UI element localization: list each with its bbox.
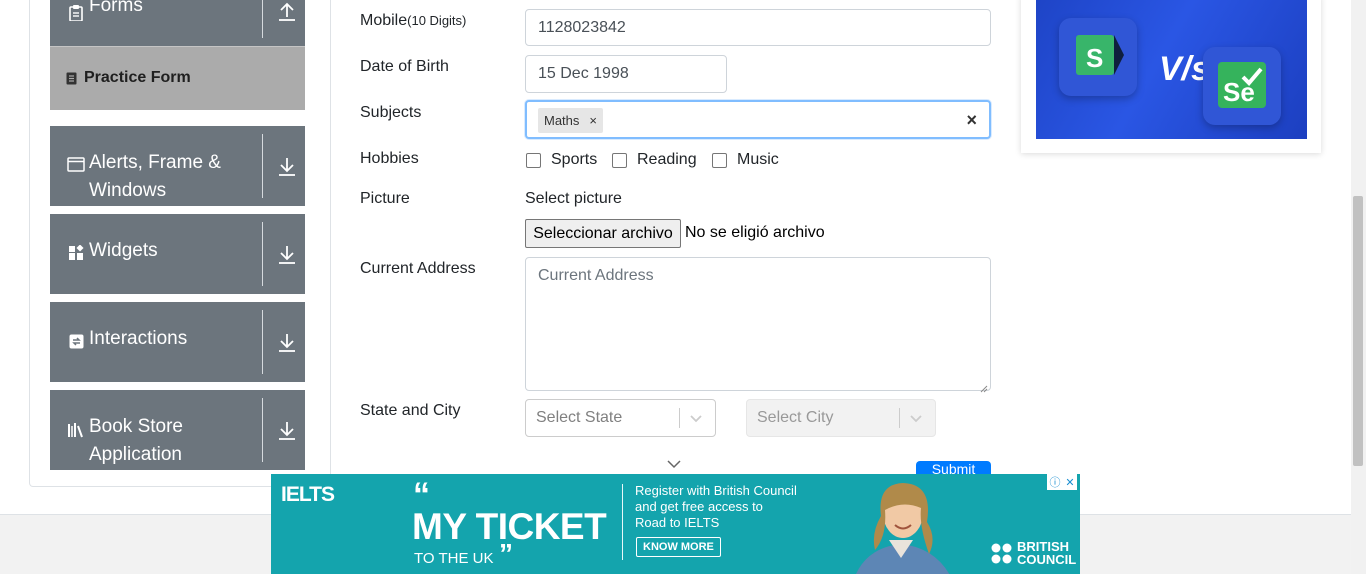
info-icon[interactable]: ⓘ: [1049, 474, 1060, 490]
sidebar-group-label: Interactions: [89, 328, 188, 349]
svg-text:S: S: [1086, 43, 1103, 73]
chevron-down-icon: [689, 411, 703, 425]
select-picture-label: Select picture: [525, 190, 622, 207]
mobile-input[interactable]: 1128023842: [525, 9, 991, 46]
form-icon: [66, 72, 77, 85]
selenium-logo-icon: Se: [1203, 47, 1281, 125]
arrow-down-icon[interactable]: [276, 243, 298, 265]
checkbox-box[interactable]: [712, 152, 727, 168]
banner-text-line: Road to IELTS: [635, 515, 720, 530]
interactions-icon: [67, 332, 85, 350]
books-icon: [67, 421, 85, 439]
sidebar-group-alerts[interactable]: Alerts, Frame & Windows: [50, 126, 305, 206]
ad-choices[interactable]: ⓘ ✕: [1047, 474, 1077, 490]
state-select[interactable]: Select State: [525, 399, 716, 437]
sponsor-line: COUNCIL: [1017, 552, 1077, 567]
state-placeholder: Select State: [536, 409, 623, 426]
clipboard-icon: [67, 4, 85, 22]
sidebar-group-label: Book Store Application: [89, 416, 183, 465]
subject-chip: Maths ×: [538, 108, 603, 133]
hobby-music-checkbox[interactable]: Music: [712, 151, 779, 169]
banner-text-line: Register with British Council: [635, 483, 797, 498]
mobile-value: 1128023842: [538, 18, 626, 36]
arrow-down-icon[interactable]: [276, 155, 298, 177]
city-placeholder: Select City: [757, 409, 834, 426]
current-address-textarea[interactable]: Current Address: [525, 257, 991, 393]
divider: [899, 408, 900, 428]
hobby-label: Reading: [637, 151, 697, 168]
sidebar-item-label: Practice Form: [84, 69, 191, 86]
file-status: No se eligió archivo: [685, 224, 825, 241]
chevron-down-icon: [666, 457, 682, 469]
hobby-sports-checkbox[interactable]: Sports: [526, 151, 597, 169]
katalon-logo-icon: S: [1059, 18, 1137, 96]
ielts-logo: IELTS: [281, 483, 335, 506]
subject-chip-label: Maths: [544, 113, 580, 128]
divider: [262, 222, 263, 286]
divider: [679, 408, 680, 428]
hobby-label: Sports: [551, 151, 598, 168]
mobile-label: Mobile(10 Digits): [360, 12, 466, 30]
remove-chip-icon[interactable]: ×: [589, 113, 597, 128]
know-more-button[interactable]: KNOW MORE: [636, 537, 721, 557]
ad-image[interactable]: S V/s Se: [1036, 0, 1307, 139]
arrow-down-icon[interactable]: [276, 331, 298, 353]
widgets-icon: [67, 244, 85, 262]
mobile-label-text: Mobile: [360, 12, 408, 29]
divider: [262, 310, 263, 374]
banner-divider: [622, 484, 623, 560]
divider: [262, 134, 263, 198]
close-icon[interactable]: ✕: [1065, 476, 1074, 489]
city-select[interactable]: Select City: [746, 399, 936, 437]
arrow-down-icon[interactable]: [276, 419, 298, 441]
subjects-input[interactable]: Maths × ×: [525, 100, 991, 139]
dob-label: Date of Birth: [360, 58, 449, 75]
checkbox-box[interactable]: [526, 152, 541, 168]
divider: [262, 398, 263, 462]
state-city-label: State and City: [360, 402, 461, 419]
picture-label: Picture: [360, 190, 410, 207]
dob-value: 15 Dec 1998: [538, 65, 629, 82]
sidebar-group-forms[interactable]: Forms: [50, 0, 305, 46]
clear-icon[interactable]: ×: [966, 110, 977, 131]
hobby-label: Music: [737, 151, 779, 168]
banner-text: Register with British Council and get fr…: [635, 483, 835, 531]
hobbies-label: Hobbies: [360, 150, 419, 167]
quote-close: ”: [499, 538, 513, 569]
british-council-text: BRITISH COUNCIL: [1017, 540, 1076, 566]
mobile-hint: (10 Digits): [407, 13, 467, 28]
address-placeholder: Current Address: [538, 267, 654, 284]
sidebar-group-interactions[interactable]: Interactions: [50, 302, 305, 382]
choose-file-button[interactable]: Seleccionar archivo: [525, 219, 681, 248]
sidebar-group-label: Alerts, Frame & Windows: [89, 152, 221, 201]
arrow-up-icon[interactable]: [276, 0, 298, 22]
sidebar-group-label: Forms: [89, 0, 143, 16]
woman-photo: [841, 478, 976, 574]
current-address-label: Current Address: [360, 260, 476, 277]
scrollbar-thumb[interactable]: [1353, 196, 1363, 466]
checkbox-box[interactable]: [612, 152, 627, 168]
sidebar-item-practice-form[interactable]: Practice Form: [50, 46, 305, 110]
british-council-logo-icon: [991, 543, 1013, 565]
sidebar-group-book-store[interactable]: Book Store Application: [50, 390, 305, 470]
sidebar-group-label: Widgets: [89, 240, 158, 261]
subjects-label: Subjects: [360, 104, 422, 121]
sidebar-group-widgets[interactable]: Widgets: [50, 214, 305, 294]
date-of-birth-input[interactable]: 15 Dec 1998: [525, 55, 727, 93]
chevron-down-icon: [909, 411, 923, 425]
banner-subline: TO THE UK: [414, 550, 494, 567]
vertical-scrollbar[interactable]: [1351, 0, 1366, 574]
divider: [262, 0, 263, 38]
banner-text-line: and get free access to: [635, 499, 763, 514]
ielts-ad-banner[interactable]: IELTS “ MY TICKET TO THE UK ” Register w…: [271, 474, 1080, 574]
resize-handle-icon[interactable]: [980, 380, 988, 393]
hobby-reading-checkbox[interactable]: Reading: [612, 151, 697, 169]
window-icon: [67, 155, 85, 173]
